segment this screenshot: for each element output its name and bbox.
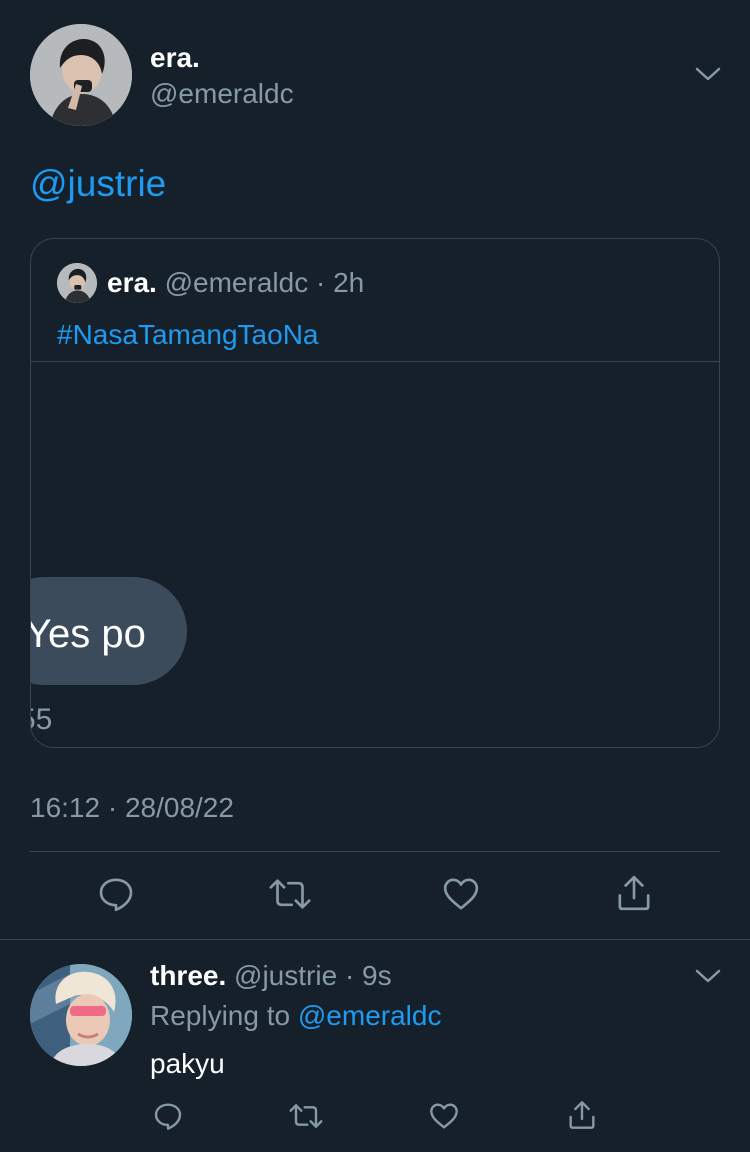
tweet-detail-screen: era. @emeraldc @justrie era. @emeraldc ·… [0, 0, 750, 1152]
retweet-icon[interactable] [268, 874, 312, 914]
tweet-mention-link[interactable]: @justrie [30, 163, 166, 205]
author-handle[interactable]: @emeraldc [150, 78, 294, 110]
retweet-icon[interactable] [288, 1100, 324, 1132]
chevron-down-icon[interactable] [694, 64, 722, 84]
divider [0, 939, 750, 940]
reply-icon[interactable] [152, 1100, 184, 1132]
quoted-tweet-age: · 2h [315, 267, 365, 298]
divider [30, 851, 720, 852]
media-small-text: 55 [31, 703, 53, 736]
quoted-author-avatar [57, 263, 97, 303]
quoted-tweet-card[interactable]: era. @emeraldc · 2h #NasaTamangTaoNa Yes… [30, 238, 720, 748]
reply-text: pakyu [150, 1048, 225, 1079]
quoted-media-image[interactable]: Yes po 55 [30, 362, 719, 747]
quoted-author-name: era. [107, 267, 157, 298]
chat-bubble-text: Yes po [30, 612, 146, 656]
quoted-author-handle: @emeraldc [164, 267, 309, 298]
reply-meta: three. @justrie · 9s [150, 960, 392, 992]
author-name[interactable]: era. [150, 42, 200, 74]
replying-to-link[interactable]: @emeraldc [298, 1000, 442, 1031]
share-icon[interactable] [614, 872, 654, 914]
like-icon[interactable] [440, 874, 482, 914]
reply-icon[interactable] [96, 874, 136, 914]
tweet-timestamp: 16:12 · 28/08/22 [30, 792, 234, 823]
replying-to: Replying to @emeraldc [150, 1000, 441, 1032]
share-icon[interactable] [566, 1098, 598, 1132]
reply-author-avatar[interactable] [30, 964, 132, 1066]
reply-author-name[interactable]: three. [150, 960, 226, 991]
reply-age: · 9s [344, 960, 392, 991]
replying-to-label: Replying to [150, 1000, 291, 1031]
like-icon[interactable] [428, 1100, 460, 1132]
quoted-tweet-meta: era. @emeraldc · 2h [107, 267, 364, 299]
chevron-down-icon[interactable] [694, 966, 722, 986]
reply-author-handle[interactable]: @justrie [234, 960, 337, 991]
quoted-hashtag-link[interactable]: #NasaTamangTaoNa [57, 319, 319, 351]
author-avatar[interactable] [30, 24, 132, 126]
